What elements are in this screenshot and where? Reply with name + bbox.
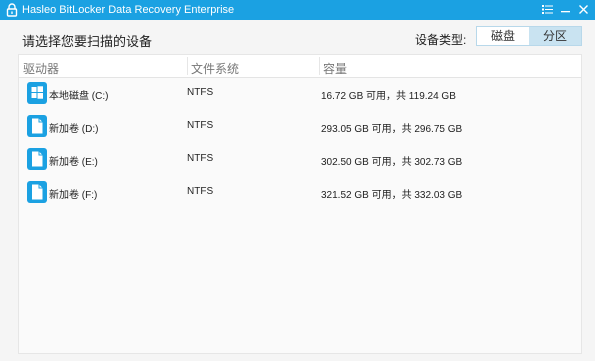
menu-icon	[541, 5, 553, 14]
partition-tab[interactable]: 分区	[529, 27, 581, 45]
drive-name: 新加卷 (D:)	[49, 124, 99, 135]
app-title: Hasleo BitLocker Data Recovery Enterpris…	[22, 4, 235, 16]
column-divider[interactable]	[319, 57, 320, 75]
title-bar: Hasleo BitLocker Data Recovery Enterpris…	[0, 0, 595, 20]
file-system: NTFS	[187, 87, 214, 98]
status-area	[0, 354, 595, 361]
capacity: 293.05 GB 可用，共 296.75 GB	[321, 124, 463, 135]
device-list: 驱动器 文件系统 容量 本地磁盘 (C:) NTFS 16.72 GB 可用，共…	[18, 54, 582, 354]
device-type-label: 设备类型:	[415, 33, 467, 47]
column-divider[interactable]	[187, 57, 188, 75]
minimize-icon	[560, 11, 570, 13]
column-header-fs[interactable]: 文件系统	[191, 60, 239, 77]
device-type-toggle: 磁盘 分区	[476, 26, 582, 46]
table-row[interactable]: 新加卷 (D:) NTFS 293.05 GB 可用，共 296.75 GB	[19, 110, 581, 142]
volume-icon	[27, 148, 47, 170]
drive-name: 新加卷 (E:)	[49, 157, 98, 168]
capacity: 302.50 GB 可用，共 302.73 GB	[321, 157, 463, 168]
file-system: NTFS	[187, 153, 214, 164]
table-row[interactable]: 本地磁盘 (C:) NTFS 16.72 GB 可用，共 119.24 GB	[19, 77, 581, 109]
column-header-drive[interactable]: 驱动器	[23, 60, 59, 77]
lock-icon	[6, 3, 18, 17]
windows-drive-icon	[27, 82, 47, 104]
volume-icon	[27, 181, 47, 203]
column-header-capacity[interactable]: 容量	[323, 60, 347, 77]
menu-button[interactable]	[538, 0, 556, 20]
close-button[interactable]	[574, 0, 592, 20]
page-heading: 请选择您要扫描的设备	[22, 34, 153, 49]
file-system: NTFS	[187, 186, 214, 197]
capacity: 16.72 GB 可用，共 119.24 GB	[321, 91, 456, 102]
file-system: NTFS	[187, 120, 214, 131]
drive-name: 本地磁盘 (C:)	[49, 91, 109, 102]
disk-tab[interactable]: 磁盘	[477, 27, 529, 45]
table-row[interactable]: 新加卷 (E:) NTFS 302.50 GB 可用，共 302.73 GB	[19, 143, 581, 175]
table-header: 驱动器 文件系统 容量	[19, 55, 581, 78]
minimize-button[interactable]	[556, 0, 574, 20]
capacity: 321.52 GB 可用，共 332.03 GB	[321, 190, 463, 201]
volume-icon	[27, 115, 47, 137]
close-icon	[578, 5, 588, 14]
table-row[interactable]: 新加卷 (F:) NTFS 321.52 GB 可用，共 332.03 GB	[19, 176, 581, 208]
drive-name: 新加卷 (F:)	[49, 190, 98, 201]
